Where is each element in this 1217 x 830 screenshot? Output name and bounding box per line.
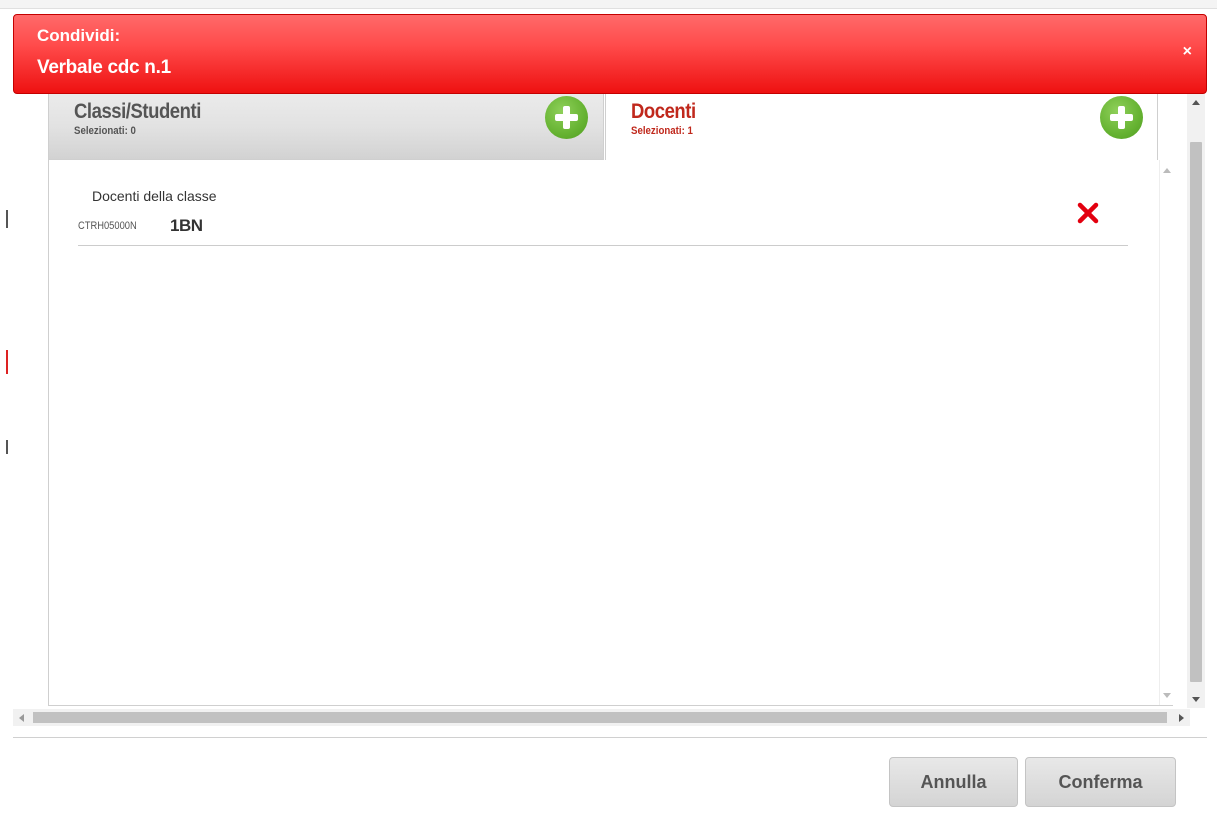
tab-classi-studenti[interactable]: Classi/Studenti Selezionati: 0 xyxy=(48,94,604,160)
share-dialog-page: Condividi: Verbale cdc n.1 × Classi/Stud… xyxy=(0,0,1217,830)
scroll-down-arrow-icon[interactable] xyxy=(1163,693,1171,698)
scroll-left-arrow-icon[interactable] xyxy=(19,714,24,722)
horizontal-scrollbar[interactable] xyxy=(13,709,1190,726)
plus-circle-icon[interactable] xyxy=(545,96,588,139)
school-code: CTRH05000N xyxy=(78,220,137,232)
tab-docenti[interactable]: Docenti Selezionati: 1 xyxy=(605,94,1158,160)
list-item-label: Docenti della classe xyxy=(92,188,217,204)
x-icon[interactable] xyxy=(1075,200,1101,226)
inner-vertical-scrollbar[interactable] xyxy=(1159,160,1174,705)
list-item: Docenti della classe CTRH05000N 1BN xyxy=(78,160,1128,246)
dialog-title-document: Verbale cdc n.1 xyxy=(37,57,171,78)
scrollbar-thumb[interactable] xyxy=(1190,142,1202,682)
background-toolbar xyxy=(0,0,1217,9)
tab-selected-count: Selezionati: 0 xyxy=(74,125,136,137)
background-mark xyxy=(6,440,8,454)
tab-selected-count: Selezionati: 1 xyxy=(631,125,693,137)
tab-title: Docenti xyxy=(631,100,696,123)
scroll-right-arrow-icon[interactable] xyxy=(1179,714,1184,722)
scroll-up-arrow-icon[interactable] xyxy=(1192,100,1200,105)
dialog-header: Condividi: Verbale cdc n.1 × xyxy=(13,14,1207,94)
cancel-button[interactable]: Annulla xyxy=(889,757,1018,807)
close-icon[interactable]: × xyxy=(1183,44,1192,60)
scroll-up-arrow-icon[interactable] xyxy=(1163,168,1171,173)
dialog-title-action: Condividi: xyxy=(37,26,121,45)
outer-vertical-scrollbar[interactable] xyxy=(1187,94,1205,708)
scrollbar-thumb[interactable] xyxy=(33,712,1167,723)
scroll-down-arrow-icon[interactable] xyxy=(1192,697,1200,702)
class-name: 1BN xyxy=(170,216,203,235)
footer-divider xyxy=(13,737,1207,738)
recipients-list-pane: Docenti della classe CTRH05000N 1BN xyxy=(48,160,1174,706)
confirm-button[interactable]: Conferma xyxy=(1025,757,1176,807)
tab-title: Classi/Studenti xyxy=(74,100,201,123)
plus-circle-icon[interactable] xyxy=(1100,96,1143,139)
background-mark xyxy=(6,350,8,374)
background-mark xyxy=(6,210,8,228)
